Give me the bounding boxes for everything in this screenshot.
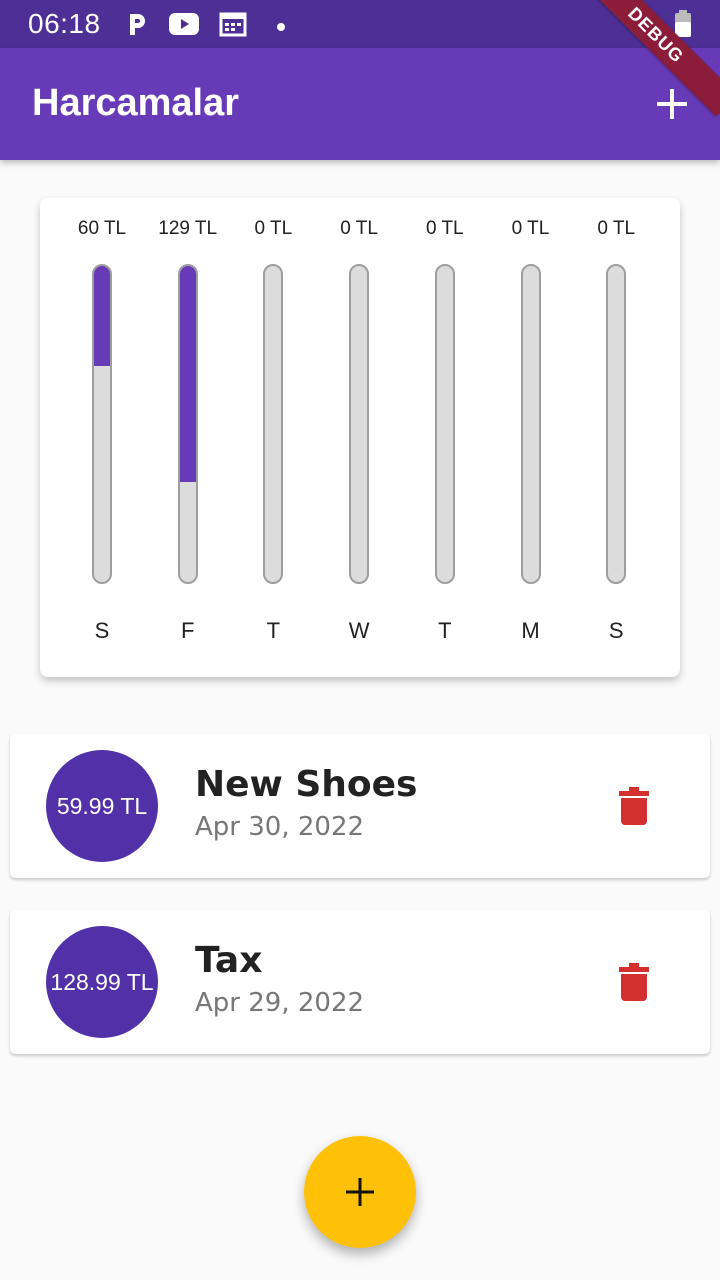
- bar-amount-label: 129 TL: [158, 218, 218, 239]
- chart-bar-column: 0 TL T: [405, 198, 485, 677]
- transaction-title: Tax: [195, 940, 263, 981]
- bar-day-label: F: [180, 618, 195, 643]
- delete-button[interactable]: [614, 960, 654, 1004]
- bar-track: [520, 264, 541, 584]
- trash-icon: [619, 963, 649, 1001]
- bar-day-label: S: [94, 618, 110, 643]
- bar-track: [177, 264, 198, 584]
- transaction-item[interactable]: 59.99 TL New Shoes Apr 30, 2022: [10, 734, 710, 878]
- youtube-icon: [168, 11, 200, 42]
- status-bar: 06:18 DEBUG: [0, 0, 720, 117]
- page-title: Harcamalar: [32, 82, 240, 124]
- chart-bar-column: 0 TL T: [233, 198, 313, 677]
- bar-fill: [179, 266, 196, 482]
- add-fab-button[interactable]: [304, 1136, 416, 1248]
- transaction-title: New Shoes: [195, 764, 418, 805]
- app-bar: Harcamalar: [0, 48, 720, 160]
- amount-avatar: 128.99 TL: [46, 926, 158, 1038]
- chart-bar-column: 129 TL F: [148, 198, 228, 677]
- bar-track: [434, 264, 455, 584]
- bar-track: [92, 264, 112, 584]
- status-time: 06:18: [28, 8, 101, 39]
- plus-icon: [657, 89, 687, 119]
- bar-day-label: T: [438, 618, 452, 643]
- bar-track: [349, 264, 370, 584]
- trash-icon: [619, 787, 649, 825]
- transaction-date: Apr 29, 2022: [195, 988, 365, 1018]
- chart-bar-column: 0 TL W: [319, 198, 399, 677]
- bar-track: [263, 264, 284, 584]
- delete-button[interactable]: [614, 784, 654, 828]
- plus-icon: [346, 1178, 374, 1206]
- chart-bar-column: 0 TL M: [491, 198, 571, 677]
- bar-day-label: M: [521, 618, 540, 643]
- transaction-item[interactable]: 128.99 TL Tax Apr 29, 2022: [10, 910, 710, 1054]
- bar-day-label: T: [266, 618, 281, 643]
- bar-amount-label: 0 TL: [597, 218, 636, 239]
- transaction-date: Apr 30, 2022: [195, 812, 365, 842]
- chart-bar-column: 0 TL S: [576, 198, 656, 677]
- chart-bar-column: 60 TL S: [62, 198, 142, 677]
- bar-amount-label: 0 TL: [511, 218, 550, 239]
- bar-day-label: S: [608, 618, 624, 643]
- parking-app-icon: [125, 11, 149, 42]
- bar-track: [606, 264, 627, 584]
- bar-amount-label: 60 TL: [77, 218, 127, 239]
- dot-icon: [276, 19, 286, 37]
- amount-avatar: 59.99 TL: [46, 750, 158, 862]
- bar-day-label: W: [348, 618, 370, 643]
- bar-amount-label: 0 TL: [425, 218, 464, 239]
- bar-fill: [94, 266, 110, 367]
- calendar-icon: [219, 11, 247, 42]
- bar-amount-label: 0 TL: [340, 218, 378, 239]
- weekly-chart: 60 TL S 129 TL F 0 TL T 0 TL W 0 TL T 0 TL M 0 TL S: [40, 198, 680, 677]
- bar-amount-label: 0 TL: [254, 218, 293, 239]
